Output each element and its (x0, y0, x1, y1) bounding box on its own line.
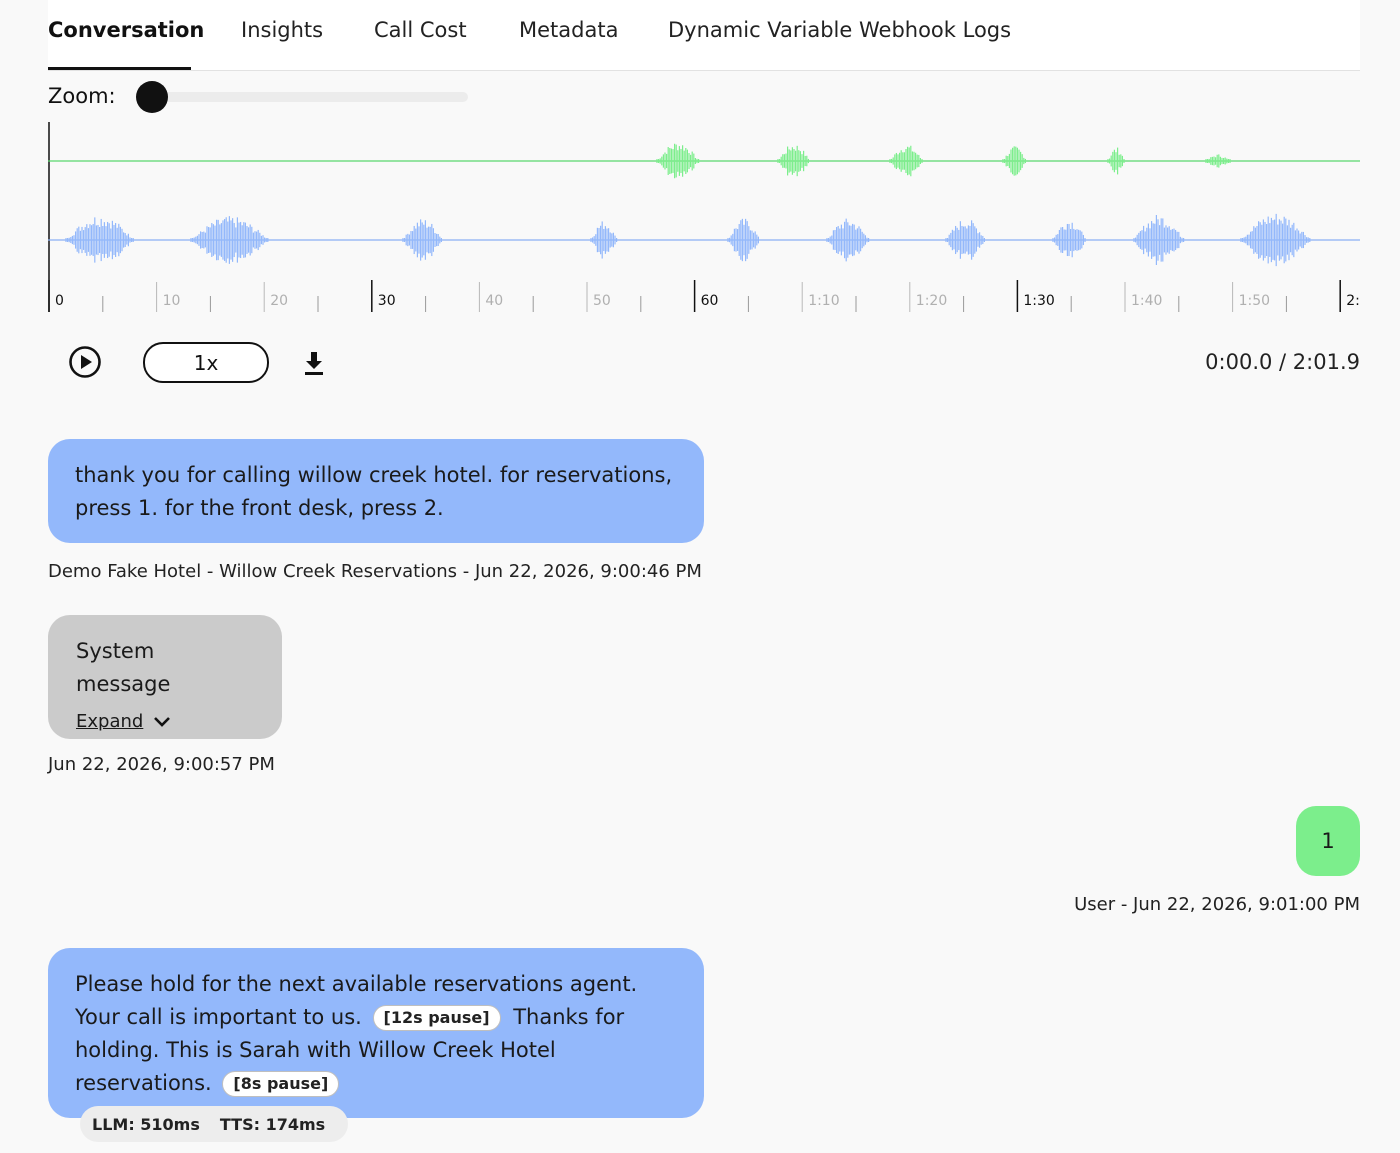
tab-conversation[interactable]: Conversation (48, 18, 204, 42)
play-circle-icon[interactable] (68, 345, 102, 379)
ruler-tick-label: 10 (163, 293, 181, 309)
zoom-label: Zoom: (48, 84, 116, 108)
ruler-tick-label: 50 (593, 293, 611, 309)
playback-speed-button[interactable]: 1x (143, 342, 269, 383)
user-message-bubble: 1 (1296, 806, 1360, 876)
timeline-ruler: 0 10 20 30 40 50 60 1:10 1:20 1:30 1:40 1:50 2: (48, 280, 1360, 312)
zoom-slider-thumb[interactable] (136, 81, 168, 113)
tab-metadata[interactable]: Metadata (519, 18, 618, 42)
tab-insights[interactable]: Insights (241, 18, 323, 42)
message-meta: Demo Fake Hotel - Willow Creek Reservati… (48, 561, 702, 582)
zoom-slider-track[interactable] (152, 92, 468, 102)
ruler-tick-label: 20 (270, 293, 288, 309)
ruler-tick-label: 0 (55, 293, 64, 309)
chevron-down-icon (154, 716, 171, 727)
tab-bar: Conversation Insights Call Cost Metadata… (48, 0, 1360, 71)
system-message-title: System message (76, 639, 171, 696)
message-meta: User - Jun 22, 2026, 9:01:00 PM (1074, 894, 1360, 915)
tab-call-cost[interactable]: Call Cost (374, 18, 467, 42)
ruler-tick-label: 40 (485, 293, 503, 309)
ruler-tick-label: 1:30 (1023, 293, 1054, 309)
tts-latency: TTS: 174ms (219, 1114, 326, 1134)
pause-badge: [12s pause] (372, 1005, 501, 1031)
agent-message-bubble: Please hold for the next available reser… (48, 948, 704, 1118)
ruler-tick-label: 1:50 (1239, 293, 1270, 309)
audio-waveform[interactable]: 0 10 20 30 40 50 60 1:10 1:20 1:30 1:40 1:50 2: (48, 122, 1360, 312)
tab-dynamic-variable-webhook-logs[interactable]: Dynamic Variable Webhook Logs (668, 18, 1011, 42)
expand-button[interactable]: Expand (76, 705, 171, 738)
ruler-tick-label: 2: (1346, 293, 1360, 309)
message-text: 1 (1321, 828, 1335, 853)
ruler-tick-label: 1:20 (916, 293, 947, 309)
agent-message-bubble: thank you for calling willow creek hotel… (48, 439, 704, 543)
expand-label: Expand (76, 711, 144, 732)
message-text: thank you for calling willow creek hotel… (75, 463, 673, 520)
latency-badge: LLM: 510ms TTS: 174ms (80, 1106, 348, 1142)
ruler-tick-label: 1:40 (1131, 293, 1162, 309)
system-message-bubble: System message Expand (48, 615, 282, 739)
message-meta: Jun 22, 2026, 9:00:57 PM (48, 754, 275, 775)
playback-time-readout: 0:00.0 / 2:01.9 (1205, 350, 1360, 374)
download-icon[interactable] (302, 350, 326, 376)
pause-badge: [8s pause] (222, 1071, 340, 1097)
llm-latency: LLM: 510ms (92, 1114, 200, 1134)
active-tab-indicator (48, 67, 191, 70)
ruler-tick-label: 1:10 (808, 293, 839, 309)
ruler-tick-label: 30 (378, 293, 396, 309)
ruler-tick-label: 60 (701, 293, 719, 309)
